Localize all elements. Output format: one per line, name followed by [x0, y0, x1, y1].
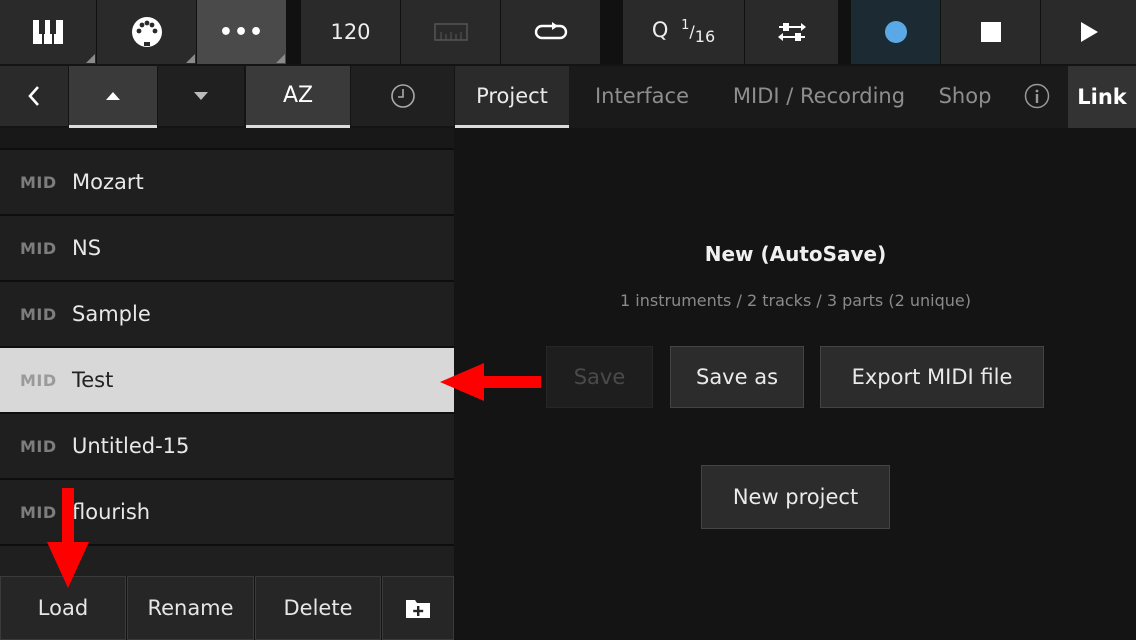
piano-keys-icon: [33, 20, 63, 44]
more-button[interactable]: •••: [197, 0, 287, 64]
annotation-arrow-down: [47, 488, 89, 588]
list-item-selected[interactable]: MID Test: [0, 348, 454, 414]
list-item[interactable]: MID Sample: [0, 282, 454, 348]
quantize-label: Q 1/16: [651, 17, 716, 47]
file-name: NS: [72, 236, 102, 260]
project-summary: 1 instruments / 2 tracks / 3 parts (2 un…: [620, 291, 971, 310]
triangle-up-icon: [106, 91, 120, 100]
loop-button[interactable]: [501, 0, 601, 64]
triangle-down-icon: [194, 92, 208, 100]
project-panel: New (AutoSave) 1 instruments / 2 tracks …: [455, 128, 1136, 640]
sort-alphabetical-button[interactable]: AZ: [246, 66, 350, 128]
settings-tab-bar: Project Interface MIDI / Recording Shop …: [455, 66, 1136, 128]
sliders-icon: [777, 23, 806, 41]
file-name: Mozart: [72, 170, 144, 194]
tempo-value: 120: [330, 20, 371, 44]
tab-interface[interactable]: Interface: [579, 66, 705, 126]
file-type-label: MID: [20, 304, 57, 324]
back-button[interactable]: [0, 66, 68, 126]
list-item[interactable]: MID Mozart: [0, 150, 454, 216]
record-dot-icon: [884, 21, 907, 43]
new-folder-button[interactable]: [382, 576, 454, 640]
list-item[interactable]: MID NS: [0, 216, 454, 282]
midi-button[interactable]: [97, 0, 197, 64]
sort-az-label: AZ: [282, 83, 314, 108]
link-button[interactable]: Link: [1068, 66, 1136, 128]
tempo-button[interactable]: 120: [301, 0, 401, 64]
ruler-icon: [433, 23, 468, 41]
stop-icon: [980, 22, 1001, 42]
keyboard-button[interactable]: [0, 0, 97, 64]
list-item[interactable]: MID Untitled-15: [0, 414, 454, 480]
file-type-label: MID: [20, 436, 57, 456]
sort-descending-button[interactable]: [158, 66, 244, 126]
delete-button[interactable]: Delete: [255, 576, 381, 640]
tab-project[interactable]: Project: [455, 66, 569, 128]
tab-shop[interactable]: Shop: [929, 66, 1001, 126]
stop-button[interactable]: [941, 0, 1041, 64]
mixer-button[interactable]: [745, 0, 839, 64]
annotation-arrow-left: [440, 363, 541, 401]
sort-ascending-button[interactable]: [69, 66, 157, 128]
loop-icon: [534, 22, 567, 40]
top-toolbar: ••• 120 Q 1/16: [0, 0, 1136, 64]
file-name: Sample: [72, 302, 151, 326]
more-dots-icon: •••: [218, 19, 265, 45]
file-type-label: MID: [20, 238, 57, 258]
file-name: Untitled-15: [72, 434, 190, 458]
export-midi-button[interactable]: Export MIDI file: [820, 346, 1044, 408]
play-icon: [1080, 22, 1098, 42]
save-button[interactable]: Save: [546, 346, 653, 408]
rename-button[interactable]: Rename: [127, 576, 254, 640]
tab-midi-recording[interactable]: MIDI / Recording: [727, 66, 911, 126]
midi-connector-icon: [131, 17, 162, 47]
file-type-label: MID: [20, 370, 57, 390]
folder-add-icon: [406, 600, 430, 618]
project-title: New (AutoSave): [704, 242, 887, 266]
info-button[interactable]: [1017, 66, 1057, 126]
save-as-button[interactable]: Save as: [670, 346, 804, 408]
clock-icon: [390, 84, 415, 108]
quantize-button[interactable]: Q 1/16: [623, 0, 745, 64]
file-name: Test: [72, 368, 114, 392]
sort-by-date-button[interactable]: [351, 66, 454, 126]
chevron-left-icon: [28, 86, 39, 106]
play-button[interactable]: [1041, 0, 1136, 64]
new-project-button[interactable]: New project: [701, 465, 890, 529]
info-icon: [1024, 83, 1050, 109]
file-type-label: MID: [20, 172, 57, 192]
record-button[interactable]: [851, 0, 941, 64]
metronome-button[interactable]: [401, 0, 501, 64]
